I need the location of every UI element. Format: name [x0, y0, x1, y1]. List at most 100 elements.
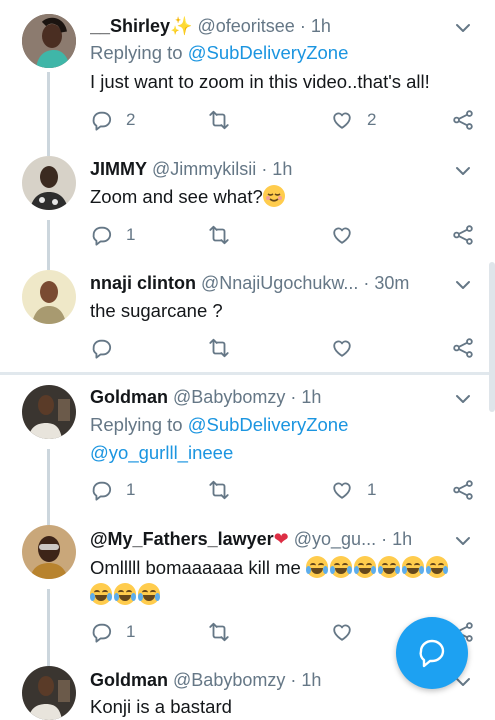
avatar[interactable] — [22, 270, 76, 324]
avatar[interactable] — [22, 14, 76, 68]
user-name[interactable]: Goldman — [90, 387, 168, 407]
like-icon — [333, 340, 351, 357]
like-button[interactable]: 1 — [331, 477, 376, 503]
mention-link[interactable]: @yo_gurlll_ineee — [90, 442, 233, 463]
like-button[interactable] — [331, 222, 367, 248]
compose-reply-button[interactable] — [396, 617, 468, 689]
retweet-icon — [209, 225, 229, 245]
reply-count: 1 — [126, 622, 136, 641]
reply-button[interactable]: 1 — [90, 619, 135, 645]
avatar[interactable] — [22, 666, 76, 720]
tweet-actions: 1 — [90, 222, 480, 248]
chevron-down-icon[interactable] — [455, 391, 471, 407]
retweet-button[interactable] — [208, 477, 230, 503]
like-count: 1 — [367, 480, 377, 499]
mention-link[interactable]: @SubDeliveryZone — [188, 414, 349, 435]
share-button[interactable] — [452, 477, 474, 503]
user-name[interactable]: Goldman — [90, 670, 168, 690]
timestamp[interactable]: · 1h — [381, 529, 412, 549]
tweet-text-content: Zoom and see what? — [90, 186, 263, 207]
user-name[interactable]: __Shirley — [90, 16, 170, 36]
tweet-shirley[interactable]: __Shirley✨ @ofeoritsee · 1h Replying to … — [0, 0, 495, 148]
reply-count: 2 — [126, 110, 136, 129]
timestamp[interactable]: · 1h — [290, 670, 321, 690]
reply-button[interactable]: 2 — [90, 107, 135, 133]
share-button[interactable] — [452, 107, 474, 133]
reply-icon — [92, 111, 112, 131]
thread-line — [47, 72, 50, 148]
tweet-header: Goldman @Babybomzy · 1h — [90, 385, 445, 409]
avatar[interactable] — [22, 385, 76, 439]
sparkles-emoji: ✨ — [170, 16, 193, 36]
tweet-jimmy[interactable]: JIMMY @Jimmykilsii · 1h Zoom and see wha… — [0, 148, 495, 262]
tweet-actions — [90, 335, 480, 361]
chevron-down-icon[interactable] — [455, 533, 471, 549]
avatar[interactable] — [22, 525, 76, 579]
tweet-text: I just want to zoom in this video..that'… — [90, 71, 430, 92]
share-icon — [453, 338, 473, 358]
timestamp[interactable]: · 1h — [261, 159, 292, 179]
reply-button[interactable] — [90, 335, 126, 361]
retweet-button[interactable] — [208, 335, 230, 361]
timestamp[interactable]: · 1h — [290, 387, 321, 407]
thread-line — [47, 262, 50, 270]
replying-to-label: Replying to — [90, 414, 188, 435]
tweet-header: @My_Fathers_lawyer❤ @yo_gu... · 1h — [90, 527, 445, 551]
like-icon — [333, 624, 351, 641]
avatar[interactable] — [22, 156, 76, 210]
share-button[interactable] — [452, 222, 474, 248]
tweet-header: Goldman @Babybomzy · 1h — [90, 668, 445, 692]
retweet-button[interactable] — [208, 619, 230, 645]
like-button[interactable]: 2 — [331, 107, 376, 133]
like-icon — [333, 112, 351, 129]
like-button[interactable] — [331, 335, 353, 361]
replying-to: Replying to @SubDeliveryZone — [90, 412, 475, 438]
mention-link[interactable]: @SubDeliveryZone — [188, 42, 349, 63]
user-handle[interactable]: @NnajiUgochukw... — [201, 273, 358, 293]
user-name[interactable]: nnaji clinton — [90, 273, 196, 293]
tweet-text-content: Omlllll bomaaaaaa kill me — [90, 557, 301, 578]
user-handle[interactable]: @Babybomzy — [173, 387, 285, 407]
reply-count: 1 — [126, 225, 136, 244]
tweet-nnaji[interactable]: nnaji clinton @NnajiUgochukw... · 30m th… — [0, 262, 495, 372]
like-icon — [333, 227, 351, 244]
timestamp[interactable]: · 30m — [363, 273, 409, 293]
retweet-icon — [209, 480, 229, 500]
chevron-down-icon[interactable] — [455, 277, 471, 293]
tweet-goldman[interactable]: Goldman @Babybomzy · 1h Replying to @Sub… — [0, 375, 495, 513]
user-handle[interactable]: @ofeoritsee — [198, 16, 295, 36]
reply-button[interactable]: 1 — [90, 477, 135, 503]
tears-of-joy-emoji — [329, 556, 352, 578]
timestamp[interactable]: · 1h — [300, 16, 331, 36]
share-button[interactable] — [452, 335, 474, 361]
user-handle[interactable]: @Jimmykilsii — [152, 159, 256, 179]
tweet-text-continued — [90, 582, 475, 608]
scrollbar[interactable] — [489, 262, 495, 412]
tweet-text: Zoom and see what? — [90, 184, 475, 210]
tears-of-joy-emoji — [305, 556, 328, 578]
tweet-text: @yo_gurlll_ineee — [90, 440, 475, 466]
thread-line — [47, 589, 50, 656]
retweet-icon — [209, 622, 229, 642]
reply-icon — [92, 339, 112, 359]
tweet-text: Omlllll bomaaaaaa kill me — [90, 555, 475, 581]
user-name[interactable]: @My_Fathers_lawyer — [90, 529, 274, 549]
tears-of-joy-emoji — [114, 583, 136, 605]
chevron-down-icon[interactable] — [455, 163, 471, 179]
retweet-button[interactable] — [208, 107, 244, 133]
tweet-actions: 2 2 — [90, 107, 480, 133]
tears-of-joy-emoji — [90, 583, 112, 605]
reply-button[interactable]: 1 — [90, 222, 135, 248]
red-heart-emoji: ❤ — [273, 529, 289, 549]
retweet-button[interactable] — [208, 222, 244, 248]
like-button[interactable] — [331, 619, 353, 645]
chevron-down-icon[interactable] — [455, 20, 471, 36]
user-handle[interactable]: @yo_gu... — [294, 529, 376, 549]
user-name[interactable]: JIMMY — [90, 159, 147, 179]
user-handle[interactable]: @Babybomzy — [173, 670, 285, 690]
share-icon — [453, 225, 473, 245]
tweet-header: nnaji clinton @NnajiUgochukw... · 30m — [90, 271, 445, 295]
relieved-face-emoji — [262, 185, 285, 207]
tears-of-joy-emoji — [377, 556, 400, 578]
compose-reply-icon — [419, 639, 445, 668]
